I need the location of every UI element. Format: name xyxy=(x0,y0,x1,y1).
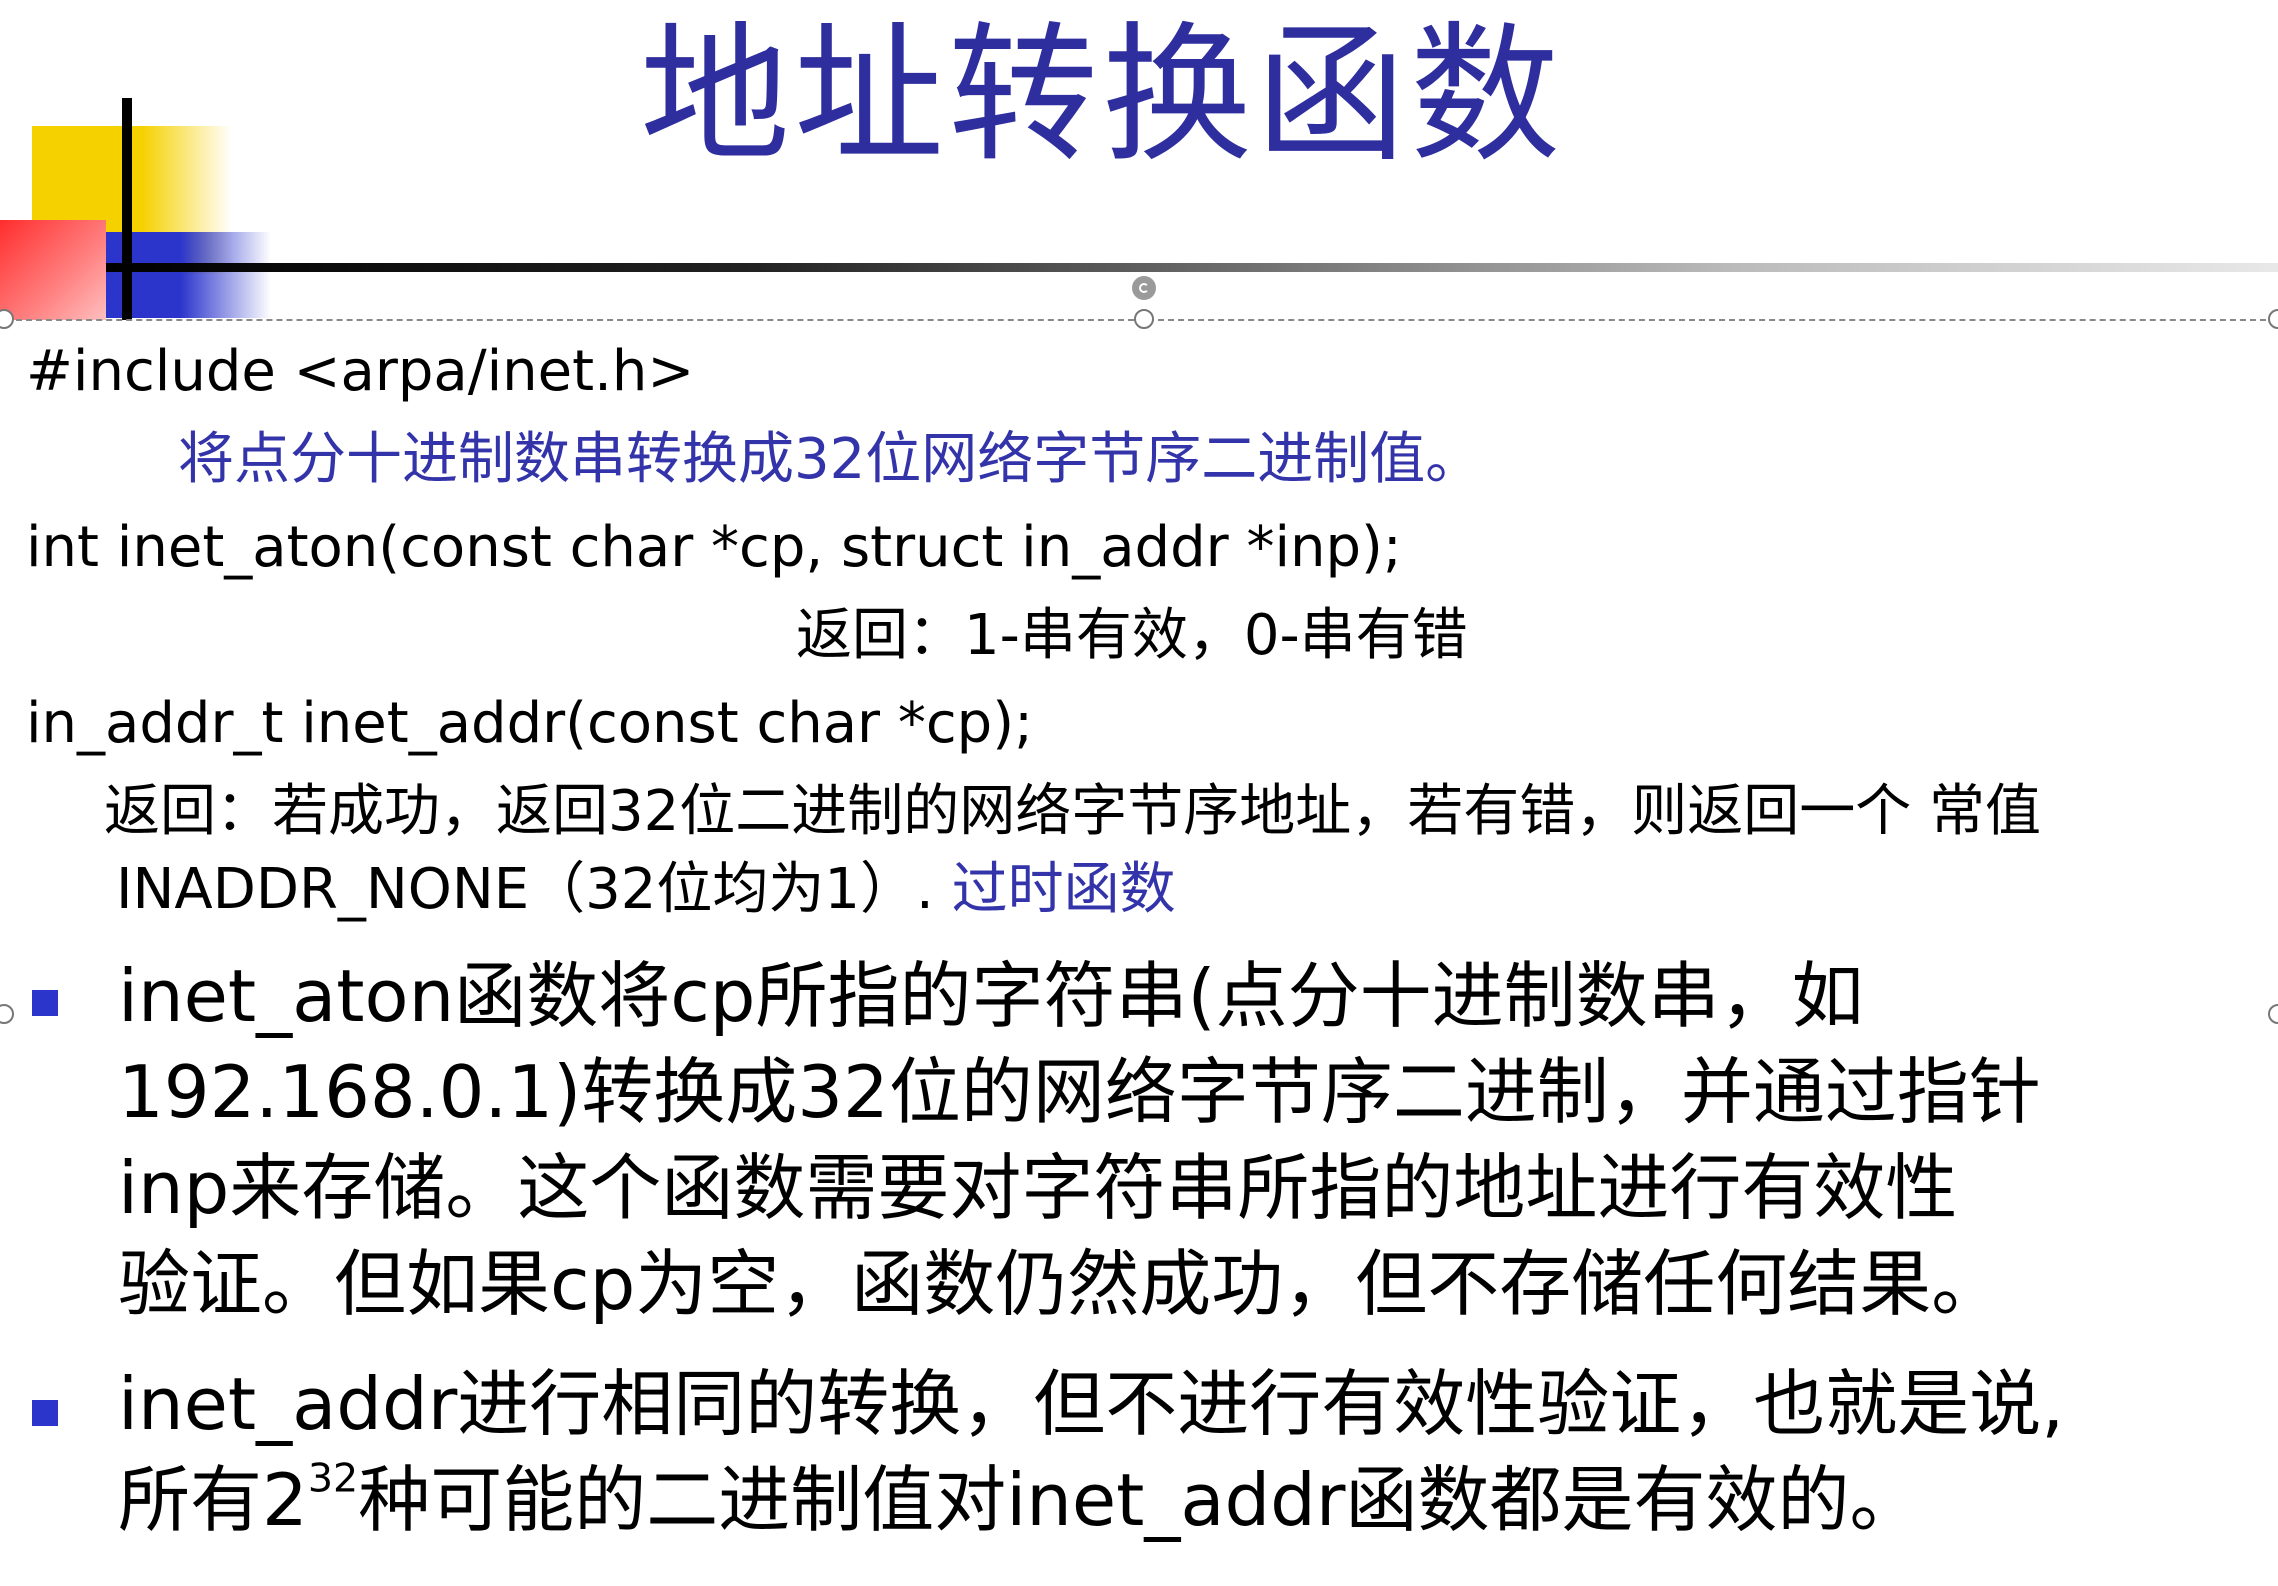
inaddr-none-text: INADDR_NONE（32位均为1）. xyxy=(116,857,934,922)
resize-handle-top-right[interactable] xyxy=(2268,309,2278,329)
addr-return-cont: INADDR_NONE（32位均为1）. 过时函数 xyxy=(116,856,1176,923)
rotate-handle-icon[interactable] xyxy=(1132,276,1156,300)
slide-title[interactable]: 地址转换函数 xyxy=(640,14,1564,179)
aton-return: 返回：1-串有效，0-串有错 xyxy=(796,603,1468,668)
resize-handle-top-center[interactable] xyxy=(1134,309,1154,329)
resize-handle-middle-right[interactable] xyxy=(2268,1004,2278,1024)
exponent: 32 xyxy=(307,1455,359,1502)
aton-signature: int inet_aton(const char *cp, struct in_… xyxy=(26,515,1402,580)
bullet1-line2: 192.168.0.1)转换成32位的网络字节序二进制，并通过指针 xyxy=(118,1050,2041,1134)
addr-signature: in_addr_t inet_addr(const char *cp); xyxy=(26,691,1033,756)
bullet-square-icon xyxy=(32,990,58,1016)
resize-handle-middle-left[interactable] xyxy=(0,1004,14,1024)
deco-horizontal-line xyxy=(106,263,2278,272)
bullet2-line1: inet_addr进行相同的转换，但不进行有效性验证，也就是说, xyxy=(118,1362,2065,1446)
resize-handle-top-left[interactable] xyxy=(0,309,14,329)
bullet1-line1: inet_aton函数将cp所指的字符串(点分十进制数串，如 xyxy=(118,954,1864,1038)
bullet1-line3: inp来存储。这个函数需要对字符串所指的地址进行有效性 xyxy=(118,1146,1958,1230)
include-line: #include <arpa/inet.h> xyxy=(26,339,695,404)
bullet2-line2: 所有232种可能的二进制值对inet_addr函数都是有效的。 xyxy=(118,1454,1921,1548)
deco-red-square xyxy=(0,220,106,320)
bullet-square-icon xyxy=(32,1400,58,1426)
obsolete-label: 过时函数 xyxy=(951,857,1176,922)
aton-description: 将点分十进制数串转换成32位网络字节序二进制值。 xyxy=(178,427,1482,492)
bullet1-line4: 验证。但如果cp为空，函数仍然成功，但不存储任何结果。 xyxy=(118,1242,2004,1326)
deco-vertical-line xyxy=(122,98,132,320)
bullet2-line2-post: 种可能的二进制值对inet_addr函数都是有效的。 xyxy=(358,1458,1922,1542)
addr-return: 返回：若成功，返回32位二进制的网络字节序地址，若有错，则返回一个 常值 xyxy=(104,779,2042,844)
bullet2-line2-pre: 所有2 xyxy=(118,1458,308,1542)
